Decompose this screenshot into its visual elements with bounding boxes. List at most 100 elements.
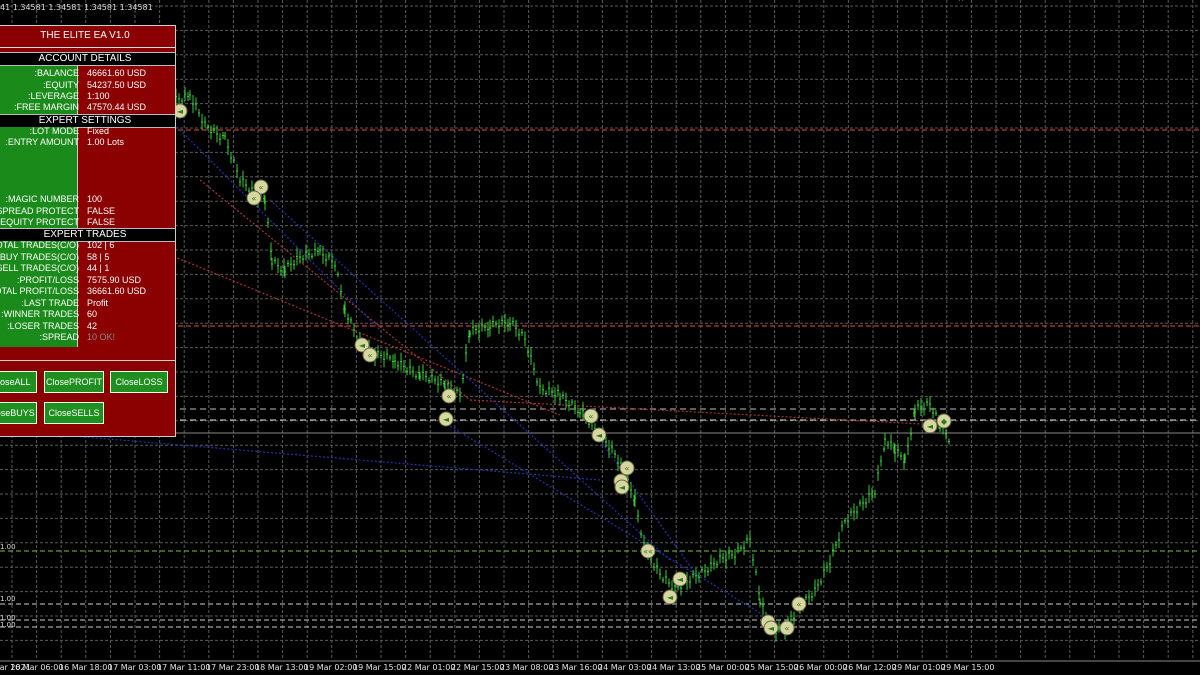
price-tick-label: 1.00: [0, 621, 16, 629]
close-all-button[interactable]: CloseALL: [0, 371, 37, 393]
row-label: EQUITY PROTECT:: [0, 217, 79, 227]
panel-row: SELL TRADES(C/O): 44 | 1: [0, 263, 175, 274]
trade-line: [169, 254, 561, 416]
button-area-divider: [0, 360, 175, 361]
row-value: 58 | 5: [87, 252, 110, 262]
row-label: PROFIT/LOSS:: [16, 275, 79, 285]
price-tick-label: 1.00: [0, 595, 16, 603]
date-tick-label: 25 Mar 00:00: [696, 663, 750, 672]
row-label: LEVERAGE:: [27, 91, 79, 101]
row-value: Profit: [87, 298, 109, 308]
panel-row: WINNER TRADES: 60: [0, 309, 175, 320]
date-tick-label: 17 Mar 11:00: [157, 663, 211, 672]
trade-line: [199, 179, 471, 401]
row-label: FREE MARGIN:: [13, 102, 79, 112]
date-tick-label: 24 Mar 13:00: [647, 663, 701, 672]
row-value: 60: [87, 309, 98, 319]
trade-marker-arrow: «: [368, 351, 373, 360]
trade-marker-arrow: «: [259, 183, 264, 192]
row-value: FALSE: [87, 217, 116, 227]
row-label: TOTAL TRADES(C/O):: [0, 240, 79, 250]
trade-marker-arrow: ◄: [177, 107, 184, 116]
date-tick-label: 22 Mar 15:00: [451, 663, 505, 672]
chart-info-header: 41 1.34581 1.34581 1.34581 1.34581: [0, 3, 153, 12]
ea-panel: THE ELITE EA V1.0 ACCOUNT DETAILS BALANC…: [0, 25, 176, 437]
row-value: 42: [87, 321, 98, 331]
close-profit-button[interactable]: ClosePROFIT: [44, 371, 104, 393]
row-label: TOTAL PROFIT/LOSS:: [0, 286, 79, 296]
close-loss-button[interactable]: CloseLOSS: [110, 371, 168, 393]
row-label: SPREAD PROTECT:: [0, 206, 79, 216]
panel-row: LAST TRADE: Profit: [0, 298, 175, 309]
trade-marker-arrow: «: [447, 392, 452, 401]
row-label: BALANCE:: [34, 68, 79, 78]
panel-row: EQUITY: 54237.50 USD: [0, 80, 175, 91]
account-section-header: ACCOUNT DETAILS: [0, 52, 175, 66]
trade-marker-arrow: ◄: [667, 593, 674, 602]
date-tick-label: 29 Mar 01:00: [892, 663, 946, 672]
date-tick-label: 26 Mar 12:00: [843, 663, 897, 672]
row-label: MAGIC NUMBER:: [5, 194, 79, 204]
date-tick-label: 29 Mar 15:00: [941, 663, 995, 672]
trade-marker-arrow: ◄: [443, 415, 450, 424]
panel-row: MAGIC NUMBER: 100: [0, 194, 175, 205]
row-value: 10 OK!: [87, 332, 116, 342]
row-value: 102 | 6: [87, 240, 115, 250]
row-value: FALSE: [87, 206, 116, 216]
row-label: SPREAD:: [39, 332, 79, 342]
row-label: EQUITY:: [42, 80, 79, 90]
trade-marker-arrow: «: [589, 412, 594, 421]
row-value: 36661.60 USD: [87, 286, 147, 296]
date-tick-label: 23 Mar 08:00: [500, 663, 554, 672]
trade-marker-arrow: ««: [643, 547, 653, 556]
panel-row: PROFIT/LOSS: 7575.90 USD: [0, 275, 175, 286]
panel-row: TOTAL TRADES(C/O): 102 | 6: [0, 240, 175, 251]
date-tick-label: 16 Mar 06:00: [10, 663, 64, 672]
close-buys-button[interactable]: CloseBUYS: [0, 402, 37, 424]
row-label: LAST TRADE:: [21, 298, 79, 308]
panel-row: ENTRY AMOUNT: 1.00 Lots: [0, 137, 175, 148]
trade-marker-arrow: ◆: [941, 417, 948, 426]
panel-row: EQUITY PROTECT: FALSE: [0, 217, 175, 228]
trade-marker-arrow: «: [785, 624, 790, 633]
trade-marker-arrow: ◄: [927, 422, 934, 431]
row-value: 1.00 Lots: [87, 137, 125, 147]
panel-row: BALANCE: 46661.60 USD: [0, 68, 175, 79]
row-value: 46661.60 USD: [87, 68, 147, 78]
row-label: LOSER TRADES:: [7, 321, 79, 331]
panel-row: BUY TRADES(C/O): 58 | 5: [0, 252, 175, 263]
date-tick-label: 17 Mar 03:00: [108, 663, 162, 672]
date-tick-label: 25 Mar 15:00: [745, 663, 799, 672]
row-label: BUY TRADES(C/O):: [0, 252, 79, 262]
row-value: 1:100: [87, 91, 110, 101]
trade-marker-arrow: ◄: [619, 483, 626, 492]
panel-title: THE ELITE EA V1.0: [0, 26, 175, 48]
panel-row: FREE MARGIN: 47570.44 USD: [0, 102, 175, 113]
price-chart[interactable]: ◄««◄««◄«◄««◄««◄◄««◄«◄◆◄: [0, 0, 1200, 675]
date-tick-label: 23 Mar 16:00: [549, 663, 603, 672]
row-label: WINNER TRADES:: [1, 309, 79, 319]
date-tick-label: 24 Mar 03:00: [598, 663, 652, 672]
row-value: 44 | 1: [87, 263, 110, 273]
trade-marker-arrow: ◄: [677, 575, 684, 584]
panel-row: LEVERAGE: 1:100: [0, 91, 175, 102]
price-tick-label: 1.00: [0, 543, 16, 551]
trade-line: [0, 429, 601, 481]
trade-marker-arrow: ◄: [596, 431, 603, 440]
trade-line: [269, 199, 671, 561]
trade-line: [159, 109, 381, 331]
panel-row: SPREAD: 10 OK!: [0, 332, 175, 343]
date-tick-label: 18 Mar 13:00: [255, 663, 309, 672]
row-value: 54237.50 USD: [87, 80, 147, 90]
date-tick-label: 16 Mar 18:00: [59, 663, 113, 672]
row-label: SELL TRADES(C/O):: [0, 263, 79, 273]
panel-row: LOT MODE: Fixed: [0, 126, 175, 137]
date-tick-label: 19 Mar 15:00: [353, 663, 407, 672]
row-value: 100: [87, 194, 103, 204]
trade-line: [439, 419, 781, 626]
trade-marker-arrow: ◄: [768, 624, 775, 633]
close-chart-icon[interactable]: ×: [958, 0, 972, 5]
panel-row: LOSER TRADES: 42: [0, 321, 175, 332]
trade-marker-arrow: ◄: [359, 341, 366, 350]
close-sells-button[interactable]: CloseSELLS: [44, 402, 104, 424]
